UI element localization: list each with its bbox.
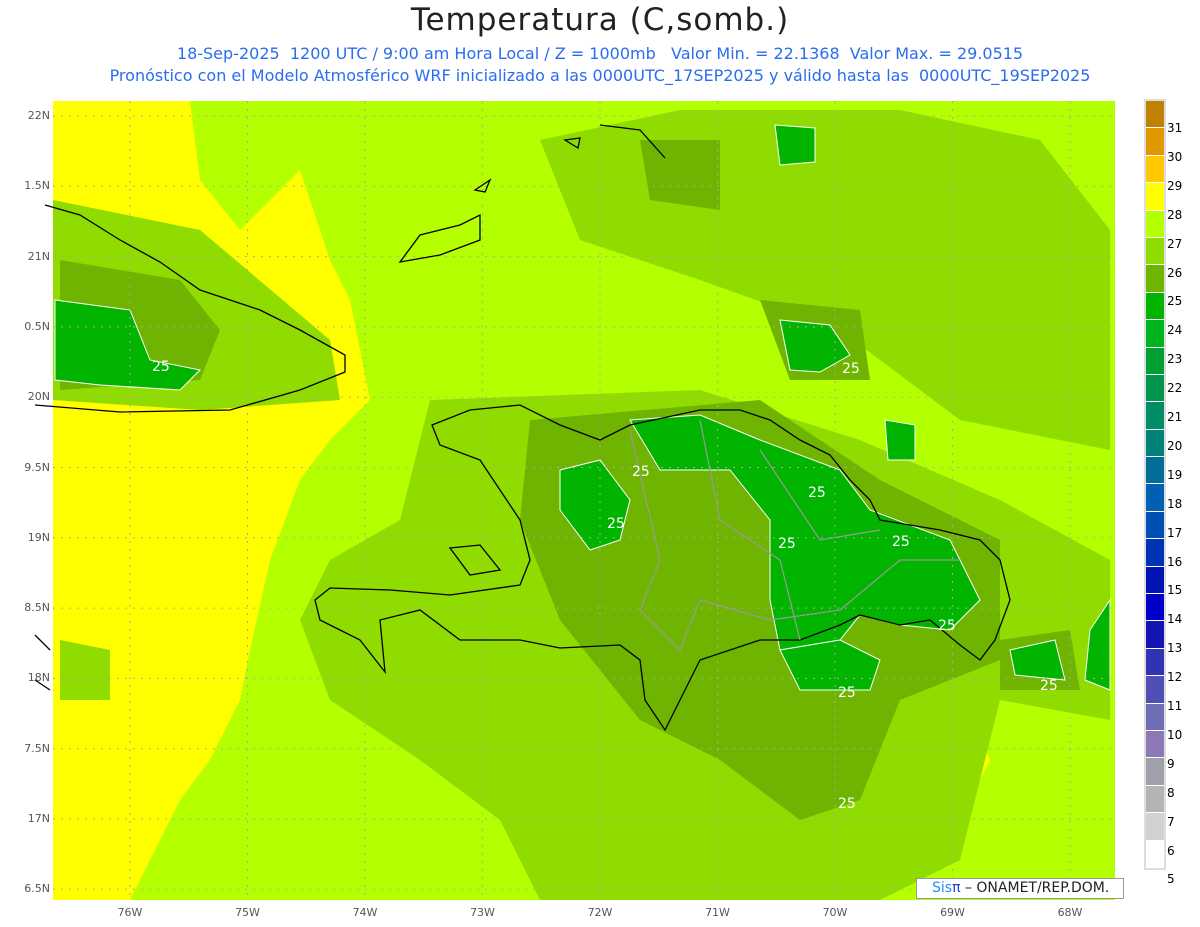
contour-label: 25: [842, 361, 860, 377]
colorbar-swatch: [1146, 320, 1164, 348]
colorbar-swatch: [1146, 347, 1164, 375]
colorbar-swatch: [1146, 210, 1164, 238]
colorbar-label: 9: [1167, 756, 1175, 771]
lon-label: 73W: [470, 906, 495, 919]
colorbar-label: 19: [1167, 467, 1183, 482]
colorbar-label: 12: [1167, 670, 1183, 685]
lon-label: 72W: [587, 906, 613, 919]
colorbar-swatch: [1146, 457, 1164, 485]
colorbar-label: 31: [1167, 121, 1183, 135]
contour-label: 25: [1040, 678, 1058, 694]
colorbar-swatch: [1146, 128, 1164, 156]
colorbar-label: 30: [1167, 149, 1183, 164]
contour-label: 25: [808, 485, 826, 501]
colorbar-swatch: [1146, 566, 1164, 595]
colorbar-swatch: [1146, 676, 1164, 704]
colorbar: [1144, 99, 1166, 870]
credit-box: Sisπ – ONAMET/REP.DOM.: [916, 878, 1124, 899]
colorbar-swatch: [1146, 292, 1164, 321]
colorbar-label: 5: [1167, 872, 1175, 887]
colorbar-swatch: [1146, 621, 1164, 649]
lon-label: 74W: [352, 906, 378, 919]
contour-label: 25: [938, 618, 956, 634]
credit-text: – ONAMET/REP.DOM.: [960, 880, 1110, 896]
colorbar-label: 25: [1167, 294, 1183, 309]
contour-label: 25: [892, 534, 910, 550]
colorbar-label: 15: [1167, 583, 1183, 598]
colorbar-swatch: [1146, 237, 1164, 266]
lat-label: 17N: [27, 812, 50, 825]
lat-label: 22N: [27, 109, 50, 122]
colorbar-label: 6: [1167, 843, 1175, 858]
colorbar-label: 26: [1167, 265, 1183, 280]
colorbar-label: 10: [1167, 727, 1183, 742]
lat-label: 19N: [27, 530, 50, 544]
colorbar-label: 11: [1167, 699, 1183, 713]
colorbar-swatch: [1146, 511, 1164, 540]
lon-label: 68W: [1057, 906, 1083, 919]
colorbar-swatch: [1146, 183, 1164, 211]
credit-pi: π: [952, 880, 961, 896]
colorbar-swatch: [1146, 539, 1164, 567]
colorbar-label: 13: [1167, 641, 1183, 656]
colorbar-label: 23: [1167, 352, 1183, 367]
lat-label: 7.5N: [24, 741, 50, 755]
colorbar-swatch: [1146, 374, 1164, 403]
colorbar-swatch: [1146, 813, 1164, 841]
lat-label: 0.5N: [24, 319, 50, 333]
contour-label: 25: [152, 359, 170, 375]
lat-label: 21N: [27, 249, 50, 263]
colorbar-label: 20: [1167, 438, 1183, 453]
colorbar-label: 29: [1167, 178, 1183, 193]
colorbar-label: 7: [1167, 814, 1175, 829]
contour-label: 25: [607, 516, 625, 532]
colorbar-swatch: [1146, 429, 1164, 458]
colorbar-label: 8: [1167, 785, 1175, 800]
contour-label: 25: [632, 464, 650, 480]
lat-label: 8.5N: [24, 601, 50, 615]
lon-label: 71W: [705, 906, 730, 919]
lat-label: 20N: [27, 390, 50, 404]
colorbar-label: 28: [1167, 207, 1183, 222]
contour-label: 25: [838, 796, 856, 812]
colorbar-label: 17: [1167, 525, 1183, 540]
colorbar-swatch: [1146, 648, 1164, 677]
colorbar-swatch: [1146, 730, 1164, 759]
lat-label: 9.5N: [24, 460, 50, 474]
lat-label: 1.5N: [24, 179, 50, 193]
lon-label: 76W: [117, 906, 143, 919]
colorbar-swatch: [1146, 703, 1164, 731]
lat-label: 6.5N: [24, 882, 50, 896]
colorbar-label: 22: [1167, 381, 1183, 396]
colorbar-label: 24: [1167, 323, 1183, 338]
colorbar-swatch: [1146, 265, 1164, 293]
colorbar-swatch: [1146, 840, 1164, 868]
colorbar-swatch: [1146, 402, 1164, 430]
colorbar-swatch: [1146, 785, 1164, 814]
lon-label: 70W: [822, 906, 848, 919]
temperature-map: 25 25 25 25 25 25 25 25 25 25 25: [34, 101, 1115, 900]
colorbar-swatch: [1146, 758, 1164, 786]
contour-label: 25: [778, 536, 796, 552]
lon-label: 75W: [235, 906, 260, 919]
lat-label: 18N: [27, 671, 50, 685]
lon-label: 69W: [940, 906, 965, 919]
colorbar-label: 14: [1167, 612, 1183, 627]
colorbar-swatch: [1146, 484, 1164, 512]
colorbar-swatch: [1146, 101, 1164, 129]
colorbar-label: 18: [1167, 496, 1183, 511]
colorbar-label: 16: [1167, 554, 1183, 569]
credit-brand: Sis: [932, 880, 953, 896]
colorbar-label: 21: [1167, 410, 1183, 424]
contour-label: 25: [838, 685, 856, 701]
colorbar-swatch: [1146, 594, 1164, 622]
colorbar-label: 27: [1167, 236, 1183, 251]
colorbar-swatch: [1146, 155, 1164, 184]
